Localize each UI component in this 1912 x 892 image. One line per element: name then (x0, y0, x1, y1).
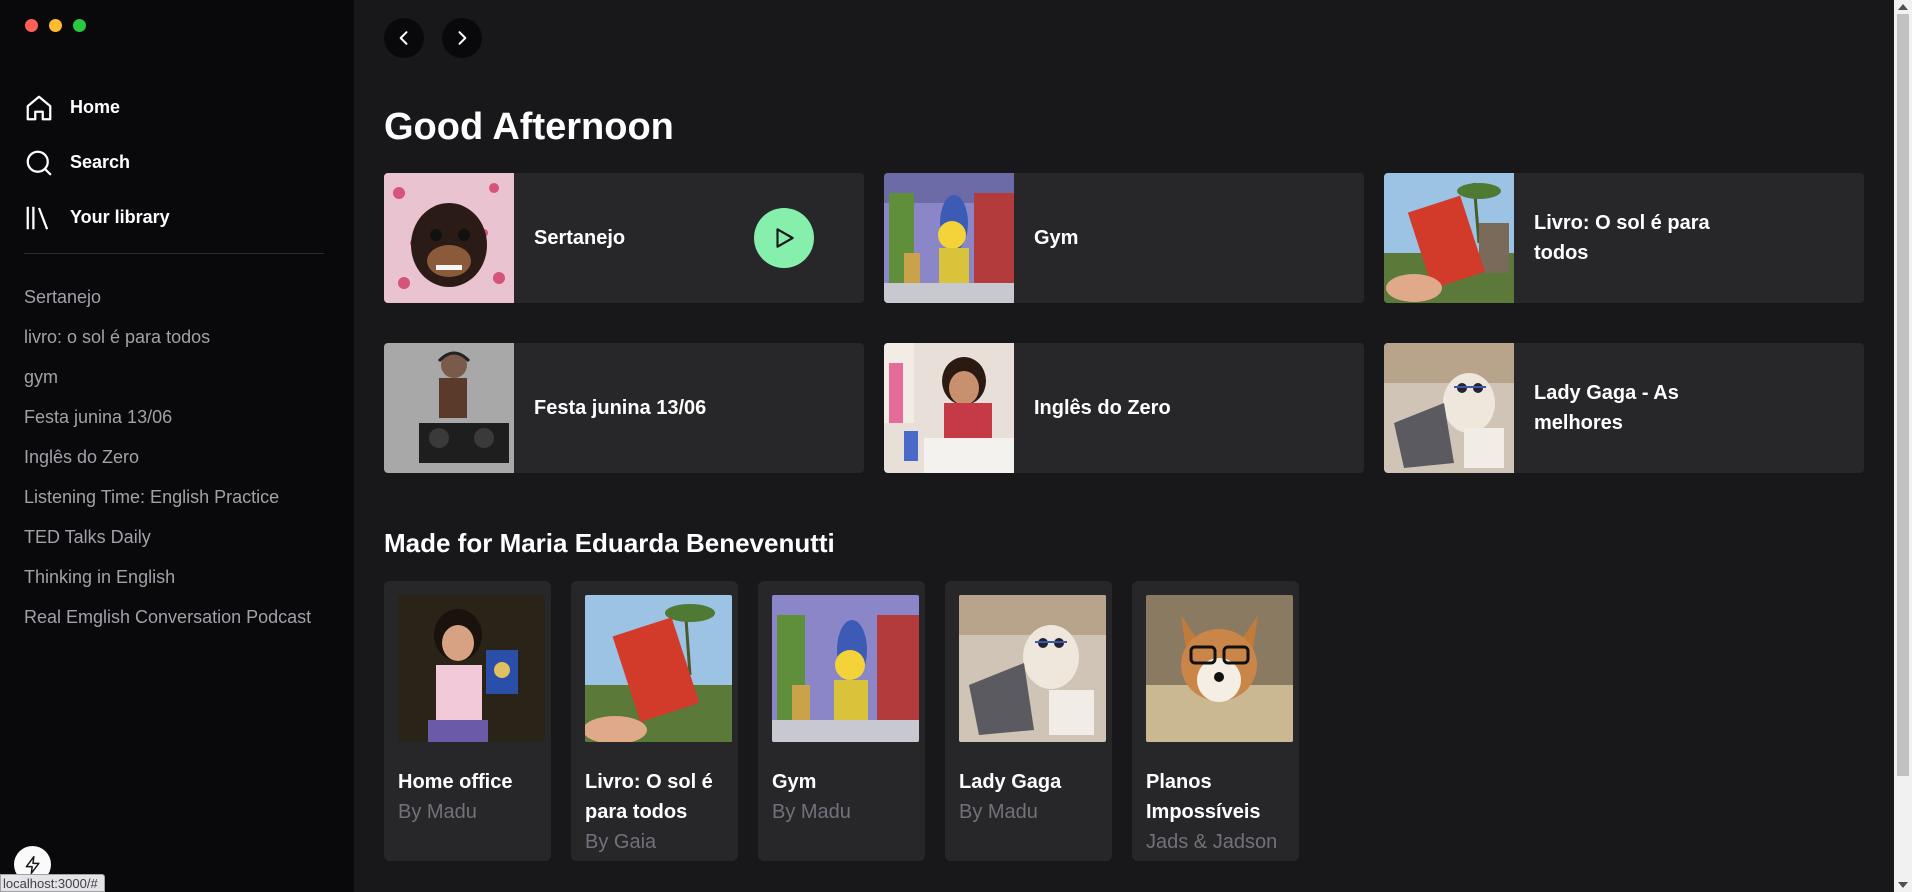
nav-library[interactable]: Your library (24, 190, 170, 245)
minimize-window-button[interactable] (49, 19, 62, 32)
made-for-row: Home office By Madu Livro: O sol é para … (384, 581, 1299, 861)
back-button[interactable] (384, 18, 424, 58)
featured-card-sertanejo[interactable]: Sertanejo (384, 173, 864, 303)
red-book-palm-image (1384, 173, 1514, 303)
cartoon-workout-image (772, 595, 919, 742)
featured-card-title: Inglês do Zero (1034, 397, 1171, 419)
sidebar-playlist-item[interactable]: Sertanejo (24, 281, 311, 321)
made-for-card-author: By Madu (959, 801, 1038, 823)
featured-card-title: Livro: O sol é para todos (1534, 212, 1710, 264)
lightning-bolt-icon (25, 855, 40, 874)
sidebar-playlist-item[interactable]: Listening Time: English Practice (24, 481, 311, 521)
sidebar: Home Search Your library Sertanejo livro… (0, 0, 354, 892)
nav-search[interactable]: Search (24, 135, 170, 190)
dog-laptop-image (959, 595, 1106, 742)
sidebar-playlist-item[interactable]: Thinking in English (24, 561, 311, 601)
history-navigation (384, 18, 482, 58)
made-for-card-title: Livro: O sol é para todos (585, 771, 713, 823)
featured-card-title: Lady Gaga - As melhores (1534, 382, 1679, 434)
featured-card-gym[interactable]: Gym (884, 173, 1364, 303)
sidebar-divider (24, 253, 324, 254)
made-for-card-planos-impossiveis[interactable]: Planos Impossíveis Jads & Jadson (1132, 581, 1299, 861)
made-for-card-livro[interactable]: Livro: O sol é para todos By Gaia (571, 581, 738, 861)
close-window-button[interactable] (25, 19, 38, 32)
scrollbar-thumb[interactable] (1897, 14, 1909, 776)
girl-passport-image (398, 595, 545, 742)
dj-girl-image (384, 343, 514, 473)
cartoon-workout-image (884, 173, 1014, 303)
made-for-card-home-office[interactable]: Home office By Madu (384, 581, 551, 861)
sidebar-playlist-item[interactable]: Festa junina 13/06 (24, 401, 311, 441)
sidebar-nav: Home Search Your library (24, 80, 170, 245)
nav-library-label: Your library (70, 207, 170, 227)
made-for-card-title: Planos Impossíveis (1146, 771, 1261, 823)
search-icon (26, 150, 52, 175)
nav-home-label: Home (70, 97, 121, 117)
home-icon (26, 95, 52, 120)
made-for-card-author: By Madu (772, 801, 851, 823)
play-button[interactable] (754, 208, 814, 268)
made-for-card-author: By Madu (398, 801, 477, 823)
nav-search-label: Search (70, 152, 131, 172)
made-for-card-title: Gym (772, 771, 817, 793)
sidebar-playlist-item[interactable]: Inglês do Zero (24, 441, 311, 481)
made-for-card-lady-gaga[interactable]: Lady Gaga By Madu (945, 581, 1112, 861)
app-window: Home Search Your library Sertanejo livro… (0, 0, 1912, 892)
dog-laptop-image (1384, 343, 1514, 473)
scroll-down-arrow[interactable] (1898, 882, 1908, 888)
sidebar-playlists: Sertanejo livro: o sol é para todos gym … (24, 281, 311, 641)
girl-studying-image (884, 343, 1014, 473)
red-book-palm-image (583, 595, 732, 744)
sidebar-playlist-item[interactable]: livro: o sol é para todos (24, 321, 311, 361)
chihuahua-hearts-image (384, 173, 514, 303)
maximize-window-button[interactable] (73, 19, 86, 32)
status-bar-url: localhost:3000/# (0, 874, 105, 892)
sidebar-playlist-item[interactable]: TED Talks Daily (24, 521, 311, 561)
play-icon (776, 228, 794, 248)
made-for-card-author: By Gaia (585, 831, 657, 853)
featured-card-title: Sertanejo (534, 227, 626, 249)
made-for-card-title: Home office (398, 771, 513, 793)
greeting-title: Good Afternoon (384, 106, 674, 148)
made-for-card-gym[interactable]: Gym By Madu (758, 581, 925, 861)
corgi-glasses-image (1146, 595, 1293, 742)
made-for-card-author: Jads & Jadson (1146, 831, 1278, 853)
featured-playlists-grid: Sertanejo Gym Livro: O sol é para todos … (384, 173, 1864, 473)
scroll-up-arrow[interactable] (1898, 4, 1908, 10)
featured-card-title: Festa junina 13/06 (534, 397, 707, 419)
library-icon (26, 206, 49, 230)
forward-button[interactable] (442, 18, 482, 58)
featured-card-lady-gaga[interactable]: Lady Gaga - As melhores (1384, 343, 1864, 473)
featured-card-ingles-do-zero[interactable]: Inglês do Zero (884, 343, 1364, 473)
featured-card-livro[interactable]: Livro: O sol é para todos (1384, 173, 1864, 303)
made-for-section-title: Made for Maria Eduarda Benevenutti (384, 528, 835, 558)
sidebar-playlist-item[interactable]: gym (24, 361, 311, 401)
window-controls (25, 19, 86, 32)
main-content: Good Afternoon Sertanejo Gym Livro: O so… (354, 0, 1912, 892)
featured-card-title: Gym (1034, 227, 1079, 249)
vertical-scrollbar[interactable] (1894, 0, 1912, 892)
chevron-left-icon (399, 31, 408, 45)
featured-card-festa-junina[interactable]: Festa junina 13/06 (384, 343, 864, 473)
sidebar-playlist-item[interactable]: Real Emglish Conversation Podcast (24, 601, 311, 641)
chevron-right-icon (458, 31, 467, 45)
nav-home[interactable]: Home (24, 80, 170, 135)
made-for-card-title: Lady Gaga (959, 771, 1062, 793)
